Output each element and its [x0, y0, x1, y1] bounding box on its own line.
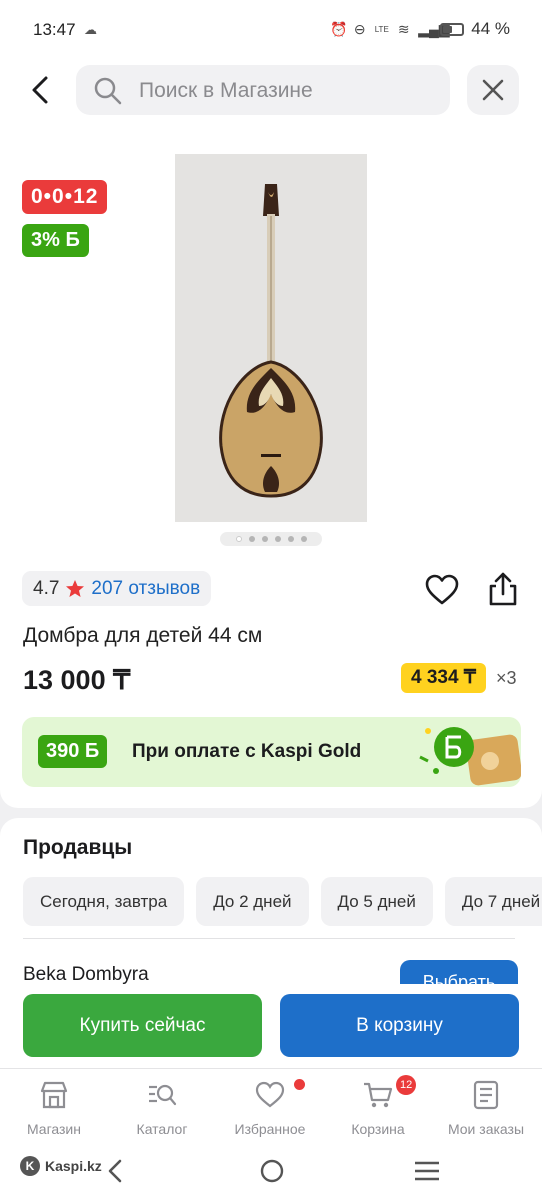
- dnd-icon: ⊖: [353, 20, 366, 37]
- tab-label: Корзина: [351, 1121, 405, 1137]
- promo-timer-badge: 0•0•12: [22, 180, 108, 214]
- brand-name: Kaspi.kz: [45, 1158, 102, 1174]
- status-icons: ⏰ ⊖ LTE ≋ ▂▄▆ 44 %: [330, 19, 510, 39]
- battery-level: 44 %: [471, 19, 510, 38]
- divider: [23, 938, 515, 939]
- gold-banner-text: При оплате с Kaspi Gold: [132, 741, 362, 762]
- kaspi-logo-icon: K: [20, 1156, 40, 1176]
- system-back-icon[interactable]: [104, 1158, 128, 1184]
- back-button[interactable]: [22, 70, 62, 110]
- cart-icon: [364, 1082, 393, 1108]
- tab-shop[interactable]: Магазин: [0, 1079, 108, 1137]
- gold-bonus-badge: 390 Б: [38, 735, 108, 768]
- share-icon: [489, 572, 517, 606]
- tab-favorites[interactable]: Избранное: [216, 1079, 324, 1137]
- rating-value: 4.7: [33, 577, 60, 599]
- search-placeholder: Поиск в Магазине: [139, 79, 313, 102]
- notification-dot: [294, 1079, 305, 1090]
- reviews-link[interactable]: 207 отзывов: [91, 578, 200, 600]
- add-to-favorites-button[interactable]: [424, 572, 460, 608]
- tab-cart[interactable]: 12 Корзина: [324, 1075, 432, 1137]
- search-input[interactable]: Поиск в Магазине: [76, 65, 450, 115]
- tab-label: Мои заказы: [447, 1121, 525, 1137]
- bottom-tab-bar: Магазин Каталог Избранное 12 Корзина Мои…: [0, 1068, 542, 1148]
- heart-icon: [425, 574, 459, 605]
- product-image[interactable]: [175, 154, 367, 522]
- close-icon: [482, 79, 504, 101]
- signal-icon: ▂▄▆: [418, 20, 450, 37]
- battery-icon: [440, 22, 465, 36]
- heart-icon: [255, 1081, 285, 1108]
- product-price: 13 000 ₸: [23, 665, 131, 695]
- tab-label: Магазин: [26, 1121, 81, 1137]
- status-bar: 13:47 ☁ ⏰ ⊖ LTE ≋ ▂▄▆ 44 %: [0, 0, 542, 58]
- kaspi-brand: K Kaspi.kz: [20, 1156, 102, 1176]
- orders-icon: [473, 1080, 499, 1110]
- tab-label: Каталог: [136, 1121, 188, 1137]
- add-to-cart-button[interactable]: В корзину: [280, 994, 519, 1057]
- purchase-action-bar: Купить сейчас В корзину: [0, 984, 542, 1068]
- kaspi-gold-card-icon: [419, 727, 521, 786]
- sellers-title: Продавцы: [23, 836, 133, 859]
- pagination-dot[interactable]: [287, 536, 294, 542]
- weather-icon: ☁: [84, 22, 97, 37]
- cart-count-badge: 12: [396, 1075, 417, 1095]
- image-pagination[interactable]: [220, 532, 322, 546]
- delivery-chip[interactable]: До 7 дней: [444, 877, 542, 926]
- search-icon: [94, 77, 122, 105]
- status-time: 13:47: [33, 20, 76, 39]
- pagination-dot-active[interactable]: [235, 536, 242, 542]
- system-recents-icon[interactable]: [414, 1160, 440, 1182]
- volte-icon: LTE: [374, 24, 389, 34]
- top-bar: Поиск в Магазине: [0, 58, 542, 126]
- pagination-dot[interactable]: [261, 536, 268, 542]
- pagination-dot[interactable]: [248, 536, 255, 542]
- installment-price[interactable]: 4 334 ₸: [401, 663, 486, 693]
- kaspi-gold-banner[interactable]: 390 Б При оплате с Kaspi Gold: [22, 717, 521, 787]
- alarm-icon: ⏰: [330, 20, 348, 37]
- bonus-badge: 3% Б: [22, 224, 89, 257]
- pagination-dot[interactable]: [274, 536, 281, 542]
- shop-icon: [40, 1081, 68, 1109]
- rating-summary[interactable]: 4.7 207 отзывов: [22, 571, 212, 606]
- close-button[interactable]: [467, 65, 519, 115]
- wifi-icon: ≋: [397, 20, 410, 37]
- product-card: 0•0•12 3% Б 4.7 207 отзывов Домбра для д…: [0, 126, 542, 808]
- delivery-chip[interactable]: Сегодня, завтра: [23, 877, 185, 926]
- delivery-filter-chips: Сегодня, завтра До 2 дней До 5 дней До 7…: [23, 877, 542, 926]
- chevron-left-icon: [32, 76, 48, 104]
- delivery-chip[interactable]: До 5 дней: [320, 877, 433, 926]
- pagination-dot[interactable]: [300, 536, 307, 542]
- product-title: Домбра для детей 44 см: [23, 624, 263, 647]
- share-button[interactable]: [484, 570, 522, 608]
- tab-catalog[interactable]: Каталог: [108, 1079, 216, 1137]
- buy-now-button[interactable]: Купить сейчас: [23, 994, 262, 1057]
- delivery-chip[interactable]: До 2 дней: [196, 877, 309, 926]
- seller-name[interactable]: Beka Dombyra: [23, 964, 149, 986]
- dombra-image: [175, 154, 367, 522]
- star-icon: [66, 579, 85, 597]
- installment-months: ×3: [496, 668, 517, 688]
- tab-label: Избранное: [234, 1121, 306, 1137]
- system-home-icon[interactable]: [259, 1158, 285, 1184]
- catalog-icon: [149, 1084, 177, 1106]
- system-nav-bar: K Kaspi.kz: [0, 1148, 542, 1200]
- tab-orders[interactable]: Мои заказы: [432, 1079, 540, 1137]
